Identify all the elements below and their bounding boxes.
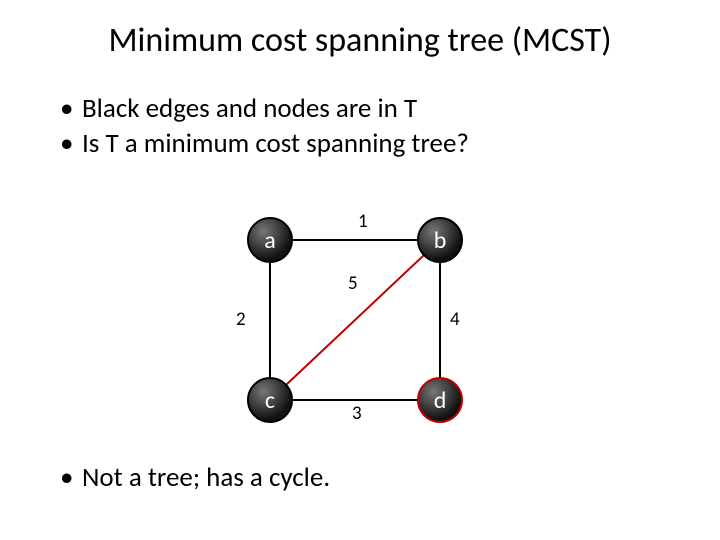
node-b: b [417,217,463,263]
graph-diagram: a b c d 1 2 3 4 5 [240,210,480,440]
node-a: a [247,217,293,263]
bullets-top: Black edges and nodes are in T Is T a mi… [0,91,720,161]
bullet-item: Black edges and nodes are in T [60,91,720,126]
bullets-bottom: Not a tree; has a cycle. [0,460,330,495]
weight-ab: 1 [358,210,368,233]
node-d: d [417,377,463,423]
weight-cd: 3 [352,402,362,425]
slide-title: Minimum cost spanning tree (MCST) [0,0,720,61]
bullet-item: Not a tree; has a cycle. [60,460,330,495]
bullet-item: Is T a minimum cost spanning tree? [60,126,720,161]
weight-ac: 2 [236,308,246,331]
weight-cb: 5 [348,272,358,295]
edge-cb [270,240,440,400]
node-c: c [247,377,293,423]
weight-bd: 4 [450,308,460,331]
